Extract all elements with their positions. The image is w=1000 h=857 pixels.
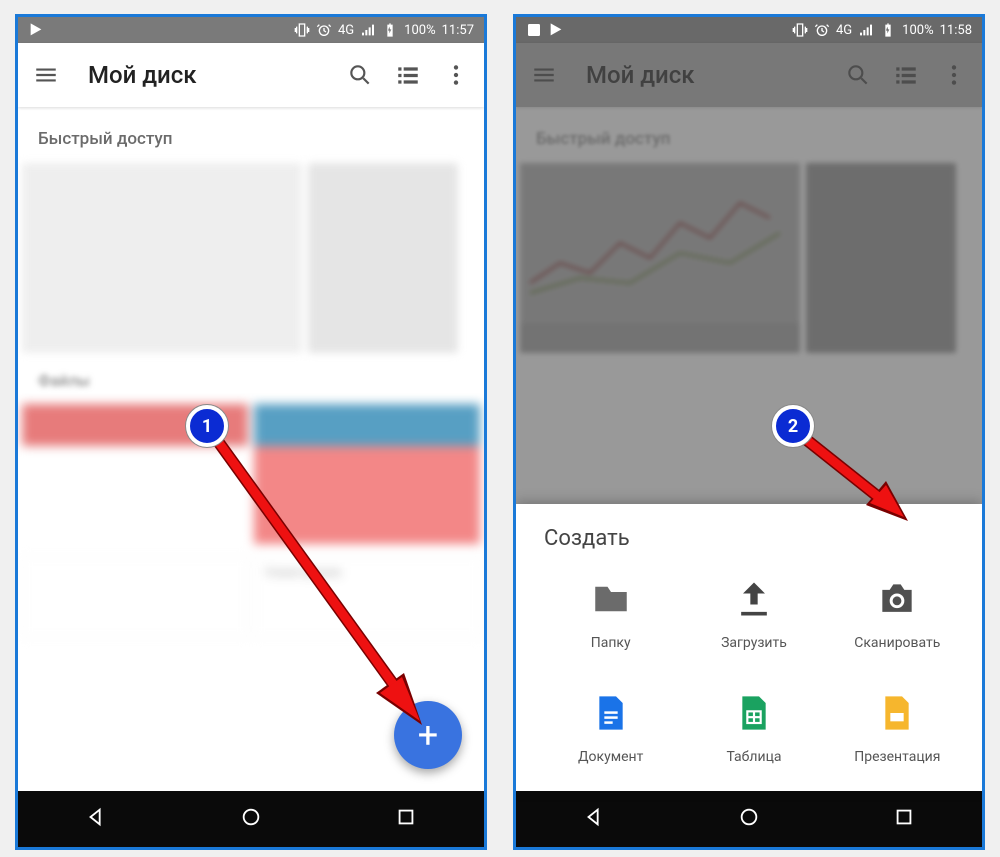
view-toggle-button[interactable] (394, 61, 422, 89)
create-folder-label: Папку (591, 635, 631, 651)
clock: 11:57 (442, 23, 474, 38)
camera-icon (871, 577, 923, 621)
create-slides[interactable]: Презентация (831, 689, 964, 765)
docs-icon (591, 687, 631, 739)
hamburger-icon (33, 62, 59, 88)
status-bar: 4G 100% 11:58 (516, 17, 982, 43)
upload[interactable]: Загрузить (687, 575, 820, 651)
slides-label: Презентация (854, 749, 940, 765)
list-view-icon (395, 62, 421, 88)
create-bottom-sheet: Создать Папку Загрузить Сканировать Доку… (516, 504, 982, 791)
files-row (18, 398, 484, 550)
sheet-label: Таблица (726, 749, 781, 765)
signal-icon (858, 22, 874, 38)
battery-label: 100% (404, 23, 435, 38)
nav-recent[interactable] (893, 806, 915, 832)
upload-label: Загрузить (721, 635, 787, 651)
upload-icon (732, 577, 776, 621)
menu-button[interactable] (32, 61, 60, 89)
phone-screenshot-1: 4G 100% 11:57 Мой диск Быстрый доступ Фа… (15, 14, 487, 850)
alarm-icon (814, 22, 830, 38)
app-bar: Мой диск (18, 43, 484, 107)
quick-access-grid (18, 163, 484, 353)
nav-recent[interactable] (395, 806, 417, 832)
create-folder[interactable]: Папку (544, 575, 677, 651)
vibrate-icon (792, 22, 808, 38)
create-sheet[interactable]: Таблица (687, 689, 820, 765)
annotation-badge-1: 1 (186, 405, 228, 447)
annotation-badge-2: 2 (772, 405, 814, 447)
nav-home[interactable] (240, 806, 262, 832)
alarm-icon (316, 22, 332, 38)
slides-icon (877, 687, 917, 739)
android-nav-bar (516, 791, 982, 847)
files-row-2: Новая форма (18, 550, 484, 644)
app-indicator-icon (28, 22, 44, 38)
search-icon (347, 62, 373, 88)
phone-screenshot-2: 4G 100% 11:58 Мой диск Быстрый доступ (513, 14, 985, 850)
drive-content[interactable]: Быстрый доступ Файлы Новая форма (18, 107, 484, 791)
status-bar: 4G 100% 11:57 (18, 17, 484, 43)
plus-icon: + (418, 714, 438, 756)
quick-access-heading: Быстрый доступ (18, 107, 484, 163)
image-indicator-icon (526, 22, 542, 38)
appbar-title: Мой диск (88, 61, 326, 89)
battery-label: 100% (902, 23, 933, 38)
battery-icon (382, 22, 398, 38)
signal-icon (360, 22, 376, 38)
vibrate-icon (294, 22, 310, 38)
battery-icon (880, 22, 896, 38)
scan[interactable]: Сканировать (831, 575, 964, 651)
files-heading: Файлы (18, 353, 484, 398)
signal-label: 4G (338, 23, 354, 38)
sheet-title: Создать (544, 526, 964, 551)
signal-label: 4G (836, 23, 852, 38)
more-button[interactable] (442, 61, 470, 89)
sheets-icon (734, 687, 774, 739)
create-doc[interactable]: Документ (544, 689, 677, 765)
android-nav-bar (18, 791, 484, 847)
fab-create[interactable]: + (394, 701, 462, 769)
search-button[interactable] (346, 61, 374, 89)
scan-label: Сканировать (854, 635, 940, 651)
nav-home[interactable] (738, 806, 760, 832)
clock: 11:58 (940, 23, 972, 38)
folder-icon (586, 578, 636, 620)
doc-label: Документ (578, 749, 643, 765)
new-form-label: Новая форма (265, 565, 341, 579)
nav-back[interactable] (583, 806, 605, 832)
nav-back[interactable] (85, 806, 107, 832)
app-indicator-icon (548, 22, 564, 38)
more-vert-icon (443, 62, 469, 88)
